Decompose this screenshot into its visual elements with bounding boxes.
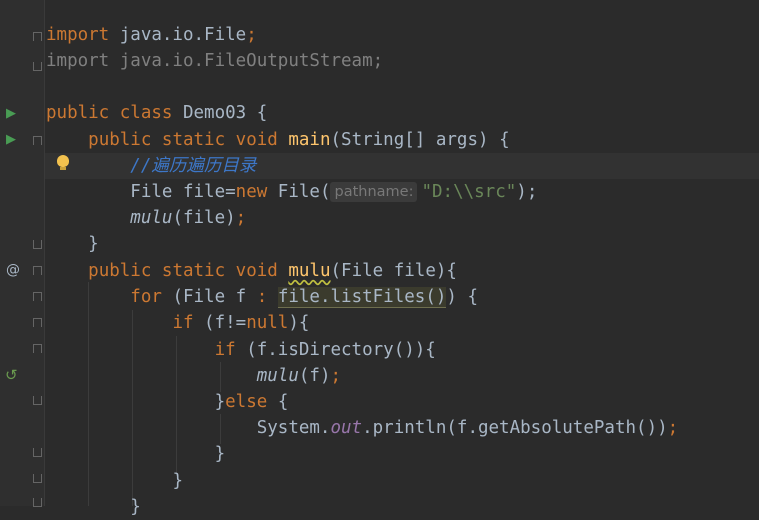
code-editor[interactable]: import java.io.File; import java.io.File… <box>46 0 759 517</box>
code-line: mulu(file); <box>130 208 247 228</box>
code-line: public static void mulu(File file){ <box>88 261 457 281</box>
fold-marker-icon[interactable] <box>33 448 42 457</box>
code-line-comment: //遍历遍历目录 <box>130 156 257 176</box>
run-class-icon[interactable]: ▶ <box>6 106 16 121</box>
fold-marker-icon[interactable] <box>33 474 42 483</box>
fold-marker-icon[interactable] <box>33 396 42 405</box>
fold-marker-icon[interactable] <box>33 32 42 41</box>
fold-marker-icon[interactable] <box>33 266 42 275</box>
code-line: import java.io.File; <box>46 25 257 45</box>
fold-marker-icon[interactable] <box>33 136 42 145</box>
fold-marker-icon[interactable] <box>33 318 42 327</box>
code-line: public static void main(String[] args) { <box>88 130 510 150</box>
code-line: } <box>172 471 183 491</box>
code-line: }else { <box>214 392 289 412</box>
code-line: File file=new File(pathname: "D:\\src"); <box>130 182 538 202</box>
code-line: if (f!=null){ <box>172 313 310 333</box>
fold-marker-icon[interactable] <box>33 240 42 249</box>
recursion-icon[interactable]: ↺ <box>5 366 18 384</box>
editor-gutter <box>0 0 45 506</box>
code-line: } <box>88 234 99 254</box>
run-main-icon[interactable]: ▶ <box>6 132 16 147</box>
code-line: public class Demo03 { <box>46 103 268 123</box>
code-line: } <box>130 497 141 517</box>
code-line: for (File f : file.listFiles()) { <box>130 287 478 308</box>
code-line: } <box>214 444 226 464</box>
parameter-hint: pathname: <box>330 182 418 202</box>
selected-expression[interactable]: file.listFiles() <box>277 287 447 308</box>
fold-marker-icon[interactable] <box>33 62 42 71</box>
fold-marker-icon[interactable] <box>33 292 42 301</box>
code-line: if (f.isDirectory()){ <box>214 340 436 360</box>
code-line: System.out.println(f.getAbsolutePath()); <box>256 418 679 438</box>
fold-marker-icon[interactable] <box>33 344 42 353</box>
code-line: mulu(f); <box>256 366 342 386</box>
at-sign-icon: @ <box>6 262 20 278</box>
code-line-unused-import: import java.io.FileOutputStream; <box>46 51 384 71</box>
